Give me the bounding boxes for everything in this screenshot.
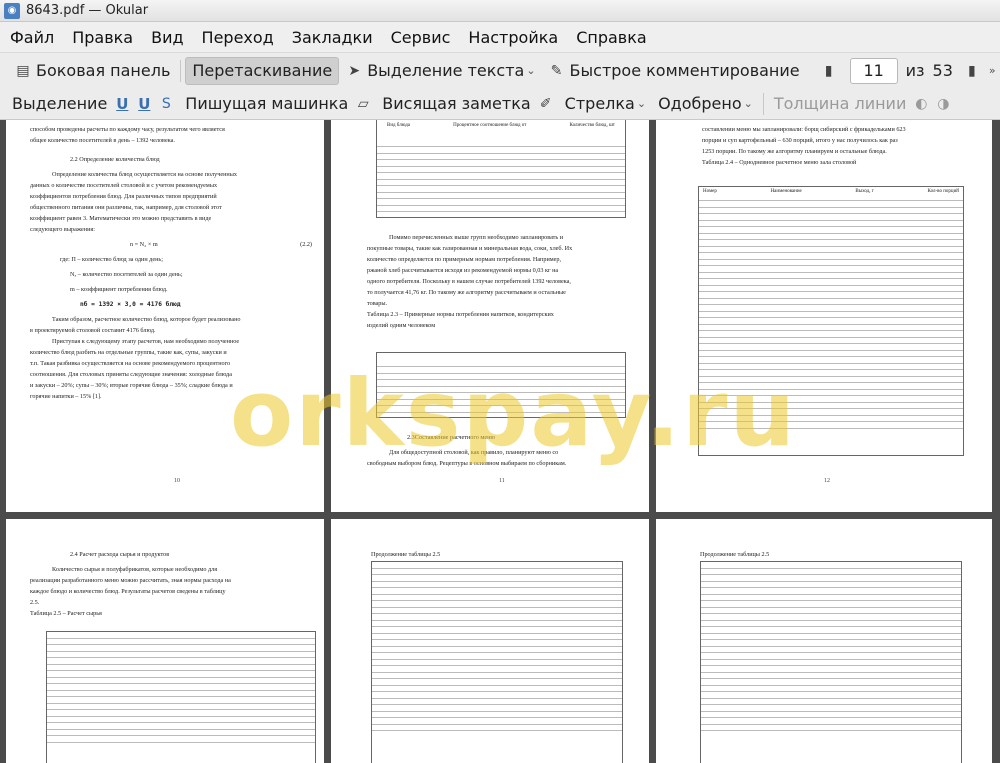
next-page-icon[interactable]: ▮ [963, 62, 981, 80]
line-width-label: Толщина линии [773, 94, 907, 113]
color-icon[interactable]: ◐ [912, 95, 930, 113]
page-13: 2.4 Расчет расхода сырья и продуктов Кол… [6, 519, 324, 763]
quick-comment-button[interactable]: ✎ Быстрое комментирование [542, 57, 806, 85]
page-number: 12 [824, 478, 830, 484]
toolbar-separator [180, 59, 182, 82]
sidebar-icon: ▤ [16, 62, 30, 79]
quick-comment-label: Быстрое комментирование [569, 61, 800, 80]
table-caption: Продолжение таблицы 2.5 [371, 551, 441, 558]
page-number: 10 [174, 478, 180, 484]
typewriter-button[interactable]: Пишущая машинка [179, 90, 354, 118]
menu-file[interactable]: Файл [0, 28, 62, 47]
menu-settings[interactable]: Настройка [458, 28, 566, 47]
chevron-down-icon[interactable]: ⌄ [637, 97, 646, 110]
stamp-button[interactable]: Одобрено ⌄ [652, 90, 759, 118]
page-text: 2.4 Расчет расхода сырья и продуктов Кол… [30, 551, 231, 617]
dishes-table: Вид блюда Процентное соотношение блюд от… [376, 120, 626, 218]
menu-view[interactable]: Вид [141, 28, 191, 47]
drag-mode-label: Перетаскивание [192, 61, 333, 80]
chevron-down-icon[interactable]: ⌄ [526, 64, 535, 77]
window-title: 8643.pdf — Okular [26, 3, 149, 18]
arrow-button[interactable]: Стрелка ⌄ [559, 90, 652, 118]
arrow-label: Стрелка [564, 94, 635, 113]
main-toolbar: ▤ Боковая панель Перетаскивание ➤ Выделе… [0, 52, 1000, 88]
page-10: способом проведены расчеты по каждому ча… [6, 120, 324, 512]
raw-materials-table [46, 631, 316, 763]
page-15: Продолжение таблицы 2.5 [656, 519, 992, 763]
page-14: Продолжение таблицы 2.5 [331, 519, 649, 763]
highlight-label: Выделение [12, 94, 108, 113]
previous-page-icon[interactable]: ▮ [820, 62, 838, 80]
highlighter-icon[interactable]: ✐ [537, 95, 555, 113]
squiggle-underline-icon[interactable]: U [135, 95, 153, 113]
drinks-table [376, 352, 626, 418]
menu-table: Номер Наименование Выход, г Кол-во порци… [698, 186, 964, 456]
cursor-arrow-icon: ➤ [348, 62, 361, 79]
page-text: Помимо перечисленных выше групп необходи… [367, 234, 573, 329]
pen-icon: ✎ [550, 62, 563, 79]
table-caption: Продолжение таблицы 2.5 [700, 551, 770, 558]
total-pages: 53 [932, 61, 953, 80]
page-text: составлении меню мы запланировали: борщ … [702, 126, 906, 166]
opacity-icon[interactable]: ◑ [934, 95, 952, 113]
page-12: составлении меню мы запланировали: борщ … [656, 120, 992, 512]
text-select-label: Выделение текста [367, 61, 525, 80]
okular-app-icon: ◉ [4, 2, 20, 19]
sidebar-button[interactable]: ▤ Боковая панель [8, 57, 176, 85]
text-select-button[interactable]: ➤ Выделение текста ⌄ [339, 57, 541, 85]
raw-materials-table-cont [371, 561, 623, 763]
menu-help[interactable]: Справка [566, 28, 655, 47]
note-icon[interactable]: ▱ [354, 95, 372, 113]
raw-materials-table-cont [700, 561, 962, 763]
annotation-toolbar: Выделение U U S Пишущая машинка ▱ Висяща… [0, 88, 1000, 120]
line-width-button[interactable]: Толщина линии [768, 90, 913, 118]
underline-icon[interactable]: U [113, 95, 131, 113]
highlight-button[interactable]: Выделение [6, 90, 113, 118]
page-number: 11 [499, 478, 505, 484]
menu-go[interactable]: Переход [192, 28, 282, 47]
drag-mode-button[interactable]: Перетаскивание [185, 56, 340, 85]
menu-edit[interactable]: Правка [62, 28, 141, 47]
document-viewport[interactable]: способом проведены расчеты по каждому ча… [0, 120, 1000, 763]
menu-bar: Файл Правка Вид Переход Закладки Сервис … [0, 22, 1000, 52]
popup-note-button[interactable]: Висящая заметка [376, 90, 536, 118]
of-label: из [905, 61, 925, 80]
page-text: 2.3Составление расчетного меню Для общед… [367, 434, 567, 467]
page-text: способом проведены расчеты по каждому ча… [30, 126, 312, 400]
menu-bookmarks[interactable]: Закладки [282, 28, 381, 47]
page-number-input[interactable]: 11 [849, 57, 898, 84]
toolbar-separator [762, 92, 764, 115]
typewriter-label: Пишущая машинка [185, 94, 349, 113]
popup-note-label: Висящая заметка [382, 94, 531, 113]
stamp-label: Одобрено [658, 94, 742, 113]
overflow-chevron-icon[interactable]: » [989, 64, 996, 77]
strikeout-icon[interactable]: S [157, 95, 175, 113]
page-11: Вид блюда Процентное соотношение блюд от… [331, 120, 649, 512]
title-bar: ◉ 8643.pdf — Okular [0, 0, 1000, 22]
chevron-down-icon[interactable]: ⌄ [744, 97, 753, 110]
sidebar-label: Боковая панель [36, 61, 171, 80]
menu-tools[interactable]: Сервис [381, 28, 459, 47]
